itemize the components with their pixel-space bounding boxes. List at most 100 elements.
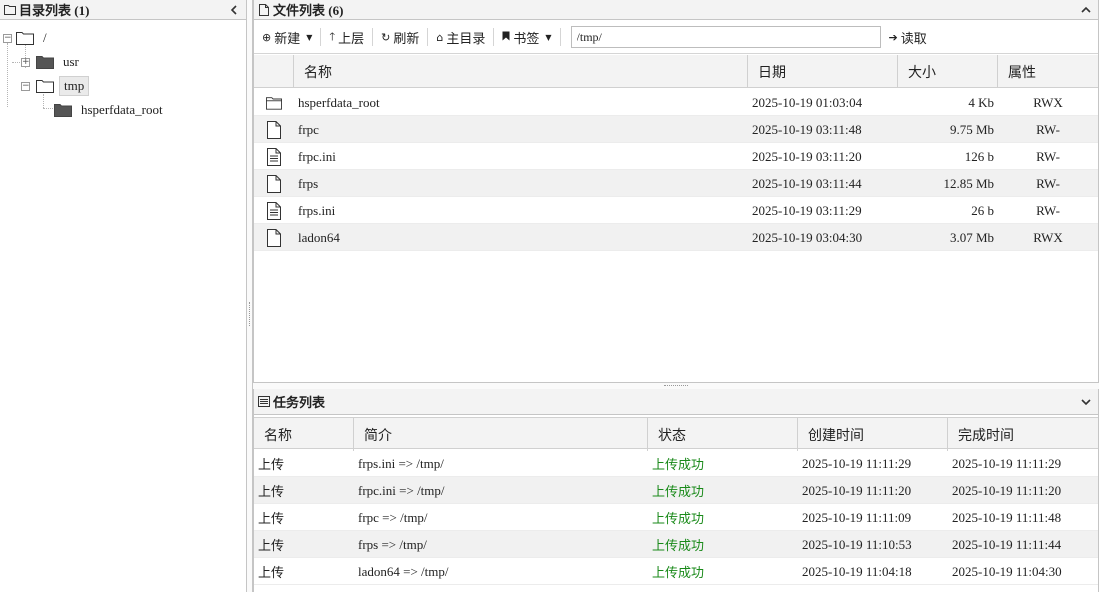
- task-name: 上传: [258, 484, 285, 499]
- tree-node-tmp[interactable]: − tmp: [21, 76, 90, 96]
- task-column-header-finished[interactable]: 完成时间: [948, 418, 1098, 451]
- file-grid-header: 名称 日期 大小 属性: [254, 55, 1098, 88]
- file-toolbar: ⊕ 新建 ▼ 🡑 上层 ↻ 刷新 ⌂ 主目录 书签 ▼ /tmp/ ➔ 读取: [254, 21, 1098, 54]
- task-list-panel: 任务列表 名称 简介 状态 创建时间 完成时间 上传 frps.ini => /t…: [253, 389, 1099, 592]
- tree-node-label-selected[interactable]: tmp: [59, 76, 90, 96]
- task-finished: 2025-10-19 11:11:20: [952, 482, 1062, 498]
- tree-node-usr[interactable]: + usr: [21, 52, 83, 72]
- file-size: 26 b: [971, 202, 994, 218]
- file-size: 4 Kb: [968, 94, 994, 110]
- folder-icon: [54, 104, 72, 117]
- task-created: 2025-10-19 11:11:09: [802, 509, 912, 525]
- tree-node-label[interactable]: usr: [59, 53, 83, 71]
- task-row[interactable]: 上传 ladon64 => /tmp/上传成功 2025-10-19 11:04:1…: [254, 558, 1098, 585]
- path-input[interactable]: [570, 26, 881, 48]
- file-size: 126 b: [964, 148, 994, 164]
- tasks-icon: [258, 396, 270, 408]
- arrow-right-icon: ➔: [888, 30, 898, 44]
- tree-expand-toggle[interactable]: +: [21, 57, 30, 67]
- file-row[interactable]: frps.ini 2025-10-19 03:11:29 26 b RW-: [254, 197, 1098, 224]
- file-row[interactable]: frpc 2025-10-19 03:11:48 9.75 Mb RW-: [254, 116, 1098, 143]
- home-button[interactable]: ⌂ 主目录: [428, 25, 493, 49]
- task-row[interactable]: 上传 frpc => /tmp/上传成功 2025-10-19 11:11:09 20…: [254, 504, 1098, 531]
- task-created: 2025-10-19 11:11:29: [802, 455, 912, 471]
- file-icon: [254, 170, 294, 197]
- directory-panel-title: 目录列表 (1): [19, 3, 90, 18]
- task-desc: ladon64 => /tmp/: [358, 563, 449, 579]
- collapse-left-icon[interactable]: [228, 3, 240, 17]
- file-panel-header: 文件列表 (6): [254, 0, 1098, 20]
- folder-outline-icon: [4, 4, 16, 16]
- column-header-name[interactable]: 名称: [294, 55, 748, 88]
- task-row[interactable]: 上传 frps => /tmp/上传成功 2025-10-19 11:10:53 20…: [254, 531, 1098, 558]
- tree-node-label[interactable]: hsperfdata_root: [77, 101, 167, 119]
- file-row[interactable]: ladon64 2025-10-19 03:04:30 3.07 Mb RWX: [254, 224, 1098, 251]
- column-header-date[interactable]: 日期: [748, 55, 898, 88]
- file-list-panel: 文件列表 (6) ⊕ 新建 ▼ 🡑 上层 ↻ 刷新 ⌂ 主目录 书签 ▼ /tm…: [253, 0, 1099, 383]
- task-row[interactable]: 上传 frpc.ini => /tmp/上传成功 2025-10-19 11:11:…: [254, 477, 1098, 504]
- task-name: 上传: [258, 538, 285, 553]
- file-row[interactable]: hsperfdata_root 2025-10-19 01:03:04 4 Kb RW…: [254, 89, 1098, 116]
- text-file-icon: [254, 143, 294, 170]
- task-desc: frps => /tmp/: [358, 536, 427, 552]
- column-header-size[interactable]: 大小: [898, 55, 998, 88]
- file-row[interactable]: frpc.ini 2025-10-19 03:11:20 126 b RW-: [254, 143, 1098, 170]
- file-outline-icon: [258, 3, 270, 16]
- main-panel: 文件列表 (6) ⊕ 新建 ▼ 🡑 上层 ↻ 刷新 ⌂ 主目录 书签 ▼ /tm…: [253, 0, 1099, 592]
- collapse-down-icon[interactable]: [1080, 395, 1092, 409]
- collapse-up-icon[interactable]: [1080, 3, 1092, 17]
- tree-node-hsperfdata-root[interactable]: hsperfdata_root: [48, 100, 167, 120]
- file-name[interactable]: hsperfdata_root: [298, 89, 380, 116]
- file-date: 2025-10-19 03:11:44: [752, 175, 862, 191]
- file-size: 3.07 Mb: [949, 229, 994, 245]
- refresh-button[interactable]: ↻ 刷新: [373, 25, 427, 49]
- task-row[interactable]: 上传 frps.ini => /tmp/上传成功 2025-10-19 11:11:…: [254, 450, 1098, 477]
- task-status: 上传成功: [652, 511, 705, 526]
- caret-down-icon: ▼: [545, 32, 552, 42]
- file-name[interactable]: ladon64: [298, 224, 340, 251]
- file-date: 2025-10-19 03:11:48: [752, 121, 862, 137]
- task-finished: 2025-10-19 11:11:44: [952, 536, 1062, 552]
- file-attr: RW-: [1036, 148, 1060, 164]
- bookmark-label: 书签: [513, 30, 540, 46]
- file-name[interactable]: frps: [298, 170, 318, 197]
- file-date: 2025-10-19 03:11:20: [752, 148, 862, 164]
- tree-node-label[interactable]: /: [39, 29, 51, 47]
- caret-down-icon: ▼: [306, 32, 313, 42]
- folder-open-icon: [16, 32, 34, 45]
- file-date: 2025-10-19 03:11:29: [752, 202, 862, 218]
- file-row[interactable]: frps 2025-10-19 03:11:44 12.85 Mb RW-: [254, 170, 1098, 197]
- task-column-header-status[interactable]: 状态: [648, 418, 798, 451]
- task-desc: frps.ini => /tmp/: [358, 455, 444, 471]
- directory-panel-header: 目录列表 (1): [0, 0, 246, 20]
- task-created: 2025-10-19 11:10:53: [802, 536, 912, 552]
- tree-collapse-toggle[interactable]: −: [3, 33, 12, 43]
- task-finished: 2025-10-19 11:11:29: [952, 455, 1062, 471]
- file-attr: RWX: [1033, 229, 1063, 245]
- file-name[interactable]: frpc.ini: [298, 143, 336, 170]
- home-icon: ⌂: [436, 30, 444, 44]
- file-grid-body: hsperfdata_root 2025-10-19 01:03:04 4 Kb RW…: [254, 89, 1098, 251]
- task-name: 上传: [258, 457, 285, 472]
- task-column-header-created[interactable]: 创建时间: [798, 418, 948, 451]
- column-header-attr[interactable]: 属性: [998, 55, 1098, 88]
- folder-icon: [36, 56, 54, 69]
- folder-icon: [254, 89, 294, 116]
- icon-column-header: [254, 55, 294, 88]
- task-status: 上传成功: [652, 484, 705, 499]
- task-status: 上传成功: [652, 457, 705, 472]
- tree-collapse-toggle[interactable]: −: [21, 81, 30, 91]
- read-button[interactable]: ➔ 读取: [881, 25, 935, 49]
- file-name[interactable]: frps.ini: [298, 197, 335, 224]
- task-status: 上传成功: [652, 538, 705, 553]
- task-column-header-name[interactable]: 名称: [254, 418, 354, 451]
- tree-node-root[interactable]: − /: [3, 28, 51, 48]
- file-attr: RW-: [1036, 121, 1060, 137]
- new-button[interactable]: ⊕ 新建 ▼: [254, 25, 320, 49]
- up-button[interactable]: 🡑 上层: [321, 25, 372, 49]
- task-column-header-desc[interactable]: 简介: [354, 418, 648, 451]
- bookmark-button[interactable]: 书签 ▼: [494, 25, 559, 49]
- file-name[interactable]: frpc: [298, 116, 319, 143]
- directory-panel: 目录列表 (1) − / + usr − tmp hsperfdata_root: [0, 0, 247, 592]
- new-label: 新建: [274, 30, 301, 46]
